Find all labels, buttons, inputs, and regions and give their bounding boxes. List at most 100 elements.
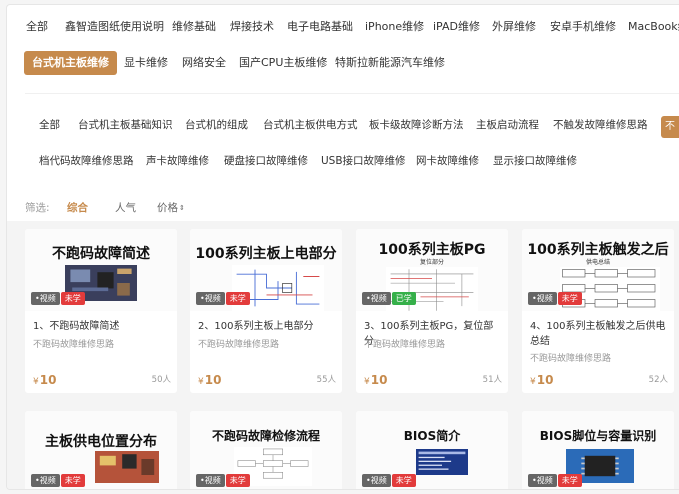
price-value: 10 (39, 373, 57, 387)
sub-category-sound-card[interactable]: 声卡故障维修 (146, 152, 209, 170)
category-drawing-guide[interactable]: 鑫智造图纸使用说明 (65, 15, 164, 39)
sub-category-hdd-port[interactable]: 硬盘接口故障维修 (224, 152, 308, 170)
category-iphone[interactable]: iPhone维修 (365, 15, 424, 39)
course-list-frame: 全部 鑫智造图纸使用说明 维修基础 焊接技术 电子电路基础 iPhone维修 i… (6, 4, 679, 490)
sub-category-display-port[interactable]: 显示接口故障维修 (493, 152, 577, 170)
sub-category-post-code[interactable]: 档代码故障维修思路 (39, 152, 134, 170)
sort-updown-icon: ⇕ (179, 204, 185, 212)
learner-count: 51人 (482, 375, 502, 385)
video-badge: •视频 (31, 474, 60, 487)
course-category: 不跑码故障维修思路 (364, 340, 446, 350)
sub-category-nic[interactable]: 网卡故障维修 (416, 152, 479, 170)
course-info: 4、100系列主板触发之后供电总结 不跑码故障维修思路 ¥10 52人 (522, 311, 674, 393)
course-grid: 不跑码故障简述 •视频 未学 1、不跑码故障简述 不跑码故障维修思路 ¥10 5… (7, 221, 679, 489)
course-card[interactable]: 不跑码故障简述 •视频 未学 1、不跑码故障简述 不跑码故障维修思路 ¥10 5… (25, 229, 177, 393)
badge-group: •视频 未学 (362, 474, 416, 487)
course-info: 3、100系列主板PG，复位部分 不跑码故障维修思路 ¥10 51人 (356, 311, 508, 393)
course-category: 不跑码故障维修思路 (198, 340, 280, 350)
price-value: 10 (204, 373, 222, 387)
course-thumbnail: 100系列主板触发之后 供电总结 •视频 未学 (522, 229, 674, 311)
filter-option-price[interactable]: 价格⇕ (157, 199, 185, 217)
category-all[interactable]: 全部 (26, 15, 48, 39)
thumb-title: BIOS脚位与容量识别 (539, 429, 657, 443)
sub-category-no-trigger[interactable]: 不触发故障维修思路 (553, 116, 648, 134)
sub-category-overflow-tab[interactable]: 不 (661, 116, 679, 138)
learner-count: 55人 (316, 375, 336, 385)
sub-category-panel: 全部 台式机主板基础知识 台式机的组成 台式机主板供电方式 板卡级故障诊断方法 … (25, 93, 679, 185)
learner-count: 52人 (648, 375, 668, 385)
status-badge: 已学 (391, 292, 416, 305)
course-price: ¥10 (364, 373, 387, 387)
course-info: 2、100系列主板上电部分 不跑码故障维修思路 ¥10 55人 (190, 311, 342, 393)
video-badge: •视频 (31, 292, 60, 305)
category-domestic-cpu[interactable]: 国产CPU主板维修 (239, 51, 327, 75)
category-circuit-basics[interactable]: 电子电路基础 (287, 15, 353, 39)
thumb-title: 100系列主板触发之后 (527, 242, 669, 258)
course-thumbnail: 100系列主板PG 复位部分 •视频 已学 (356, 229, 508, 311)
filter-option-popularity[interactable]: 人气 (115, 199, 136, 217)
category-android[interactable]: 安卓手机维修 (550, 15, 616, 39)
category-desktop-board[interactable]: 台式机主板维修 (24, 51, 117, 75)
category-ipad[interactable]: iPAD维修 (433, 15, 480, 39)
price-value: 10 (536, 373, 554, 387)
video-badge: •视频 (528, 474, 557, 487)
category-welding[interactable]: 焊接技术 (230, 15, 274, 39)
category-network-security[interactable]: 网络安全 (182, 51, 226, 75)
course-price: ¥10 (33, 373, 56, 387)
badge-group: •视频 未学 (196, 474, 250, 487)
video-badge: •视频 (196, 474, 225, 487)
course-name[interactable]: 1、不跑码故障简述 (33, 319, 171, 334)
video-badge: •视频 (528, 292, 557, 305)
course-thumbnail: 不跑码故障检修流程 •视频 未学 (190, 411, 342, 489)
filter-option-overall[interactable]: 综合 (67, 199, 88, 217)
filter-option-price-label: 价格 (157, 202, 178, 214)
course-card[interactable]: 主板供电位置分布 •视频 未学 (25, 411, 177, 489)
video-badge: •视频 (362, 292, 391, 305)
sub-category-power-supply[interactable]: 台式机主板供电方式 (263, 116, 358, 134)
sub-category-usb-port[interactable]: USB接口故障维修 (321, 152, 406, 170)
status-badge: 未学 (225, 474, 250, 487)
video-badge: •视频 (362, 474, 391, 487)
course-name[interactable]: 2、100系列主板上电部分 (198, 319, 336, 334)
thumb-subtitle: 复位部分 (419, 259, 444, 266)
category-gpu[interactable]: 显卡维修 (124, 51, 168, 75)
thumb-title: 100系列主板上电部分 (195, 246, 337, 262)
board-photo (95, 451, 159, 483)
price-value: 10 (370, 373, 388, 387)
course-thumbnail: BIOS脚位与容量识别 •视频 未学 (522, 411, 674, 489)
category-macbook[interactable]: MacBook维 (628, 15, 679, 39)
thumb-title: 不跑码故障检修流程 (211, 429, 320, 443)
currency-symbol: ¥ (33, 377, 39, 387)
course-card[interactable]: 100系列主板PG 复位部分 •视频 已学 3、100系列主板PG，复位部分 不… (356, 229, 508, 393)
status-badge: 未学 (60, 474, 85, 487)
status-badge: 未学 (557, 292, 582, 305)
status-badge: 未学 (60, 292, 85, 305)
category-tesla[interactable]: 特斯拉新能源汽车维修 (335, 51, 445, 75)
course-thumbnail: 100系列主板上电部分 •视频 未学 (190, 229, 342, 311)
badge-group: •视频 未学 (528, 474, 582, 487)
thumb-title: 不跑码故障简述 (52, 246, 150, 262)
currency-symbol: ¥ (364, 377, 370, 387)
course-card[interactable]: 不跑码故障检修流程 •视频 未学 (190, 411, 342, 489)
category-repair-basics[interactable]: 维修基础 (172, 15, 216, 39)
course-card[interactable]: BIOS简介 •视频 未学 (356, 411, 508, 489)
sub-category-all[interactable]: 全部 (39, 116, 60, 134)
course-thumbnail: BIOS简介 •视频 未学 (356, 411, 508, 489)
course-card[interactable]: 100系列主板上电部分 •视频 未学 2、100系列主板上电部分 不跑码故障维修… (190, 229, 342, 393)
sub-category-diagnosis[interactable]: 板卡级故障诊断方法 (369, 116, 464, 134)
badge-group: •视频 未学 (31, 474, 85, 487)
course-price: ¥10 (530, 373, 553, 387)
badge-group: •视频 已学 (362, 292, 416, 305)
sub-category-board-basics[interactable]: 台式机主板基础知识 (78, 116, 173, 134)
sub-category-boot-flow[interactable]: 主板启动流程 (476, 116, 539, 134)
course-info: 1、不跑码故障简述 不跑码故障维修思路 ¥10 50人 (25, 311, 177, 393)
sub-category-composition[interactable]: 台式机的组成 (185, 116, 248, 134)
course-thumbnail: 主板供电位置分布 •视频 未学 (25, 411, 177, 489)
course-card[interactable]: 100系列主板触发之后 供电总结 •视频 未学 4、100系列主板触发之后供电总… (522, 229, 674, 393)
category-outer-screen[interactable]: 外屏维修 (492, 15, 536, 39)
badge-group: •视频 未学 (31, 292, 85, 305)
course-name[interactable]: 4、100系列主板触发之后供电总结 (530, 319, 668, 349)
thumb-title: BIOS简介 (403, 429, 461, 443)
course-card[interactable]: BIOS脚位与容量识别 •视频 未学 (522, 411, 674, 489)
currency-symbol: ¥ (198, 377, 204, 387)
